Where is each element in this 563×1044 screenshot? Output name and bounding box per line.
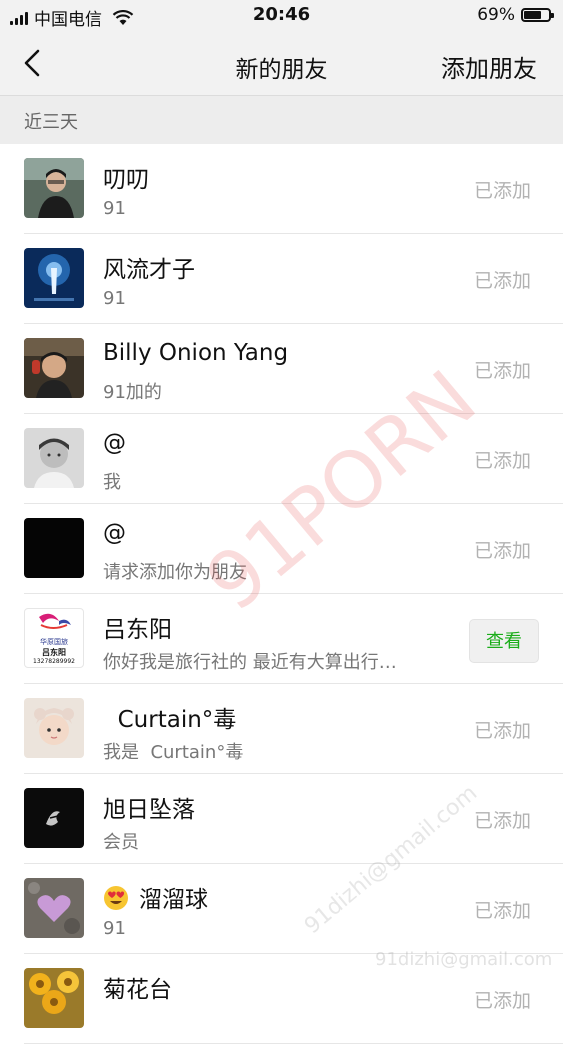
list-item[interactable]: 溜溜球 91 已添加 <box>0 864 563 954</box>
added-status: 已添加 <box>473 720 531 742</box>
contact-name: 风流才子 <box>103 257 195 283</box>
add-friend-button[interactable]: 添加朋友 <box>441 49 537 84</box>
contact-message: 我 <box>103 472 121 493</box>
avatar <box>24 518 84 578</box>
status-right: 69% <box>477 5 554 25</box>
contact-name: @ <box>103 520 126 546</box>
added-status: 已添加 <box>473 540 531 562</box>
contact-name: 吕东阳 <box>103 617 172 643</box>
added-status: 已添加 <box>473 450 531 472</box>
battery-percent: 69% <box>477 5 515 25</box>
avatar: 华原国旅 吕东阳 13278289992 <box>24 608 84 668</box>
avatar-phone: 13278289992 <box>33 658 75 665</box>
avatar <box>24 158 84 218</box>
added-status: 已添加 <box>473 900 531 922</box>
avatar-company: 华原国旅 <box>40 638 68 646</box>
contact-name: 旭日坠落 <box>103 797 195 823</box>
friend-request-list: 叨叨 91 已添加 风流才子 91 已添加 Billy Onion Yang 9… <box>0 144 563 1044</box>
contact-message: 91 <box>103 198 126 219</box>
contact-message: 91 <box>103 288 126 309</box>
avatar <box>24 698 84 758</box>
contact-message: 91 <box>103 918 126 939</box>
added-status: 已添加 <box>473 180 531 202</box>
list-item[interactable]: 华原国旅 吕东阳 13278289992 吕东阳 你好我是旅行社的 最近有大算出… <box>0 594 563 684</box>
list-item[interactable]: 叨叨 91 已添加 <box>0 144 563 234</box>
contact-name: @ <box>103 430 126 456</box>
list-item[interactable]: @ 我 已添加 <box>0 414 563 504</box>
list-item[interactable]: 旭日坠落 会员 已添加 <box>0 774 563 864</box>
avatar <box>24 428 84 488</box>
added-status: 已添加 <box>473 810 531 832</box>
contact-message: 请求添加你为朋友 <box>103 562 247 583</box>
avatar <box>24 878 84 938</box>
contact-name: 菊花台 <box>103 977 172 1003</box>
list-item[interactable]: Billy Onion Yang 91加的 已添加 <box>0 324 563 414</box>
section-header: 近三天 <box>0 96 563 144</box>
contact-message: 我是 Curtain°毒 <box>103 742 244 763</box>
heart-eyes-emoji-icon <box>104 886 128 910</box>
contact-name: Billy Onion Yang <box>103 340 289 366</box>
navigation-bar: 新的朋友 添加朋友 <box>0 32 563 96</box>
contact-name: Curtain°毒 <box>103 707 237 733</box>
list-item[interactable]: Curtain°毒 我是 Curtain°毒 已添加 <box>0 684 563 774</box>
added-status: 已添加 <box>473 360 531 382</box>
contact-name: 叨叨 <box>103 167 149 193</box>
avatar <box>24 968 84 1028</box>
view-button[interactable]: 查看 <box>469 619 539 663</box>
avatar <box>24 788 84 848</box>
battery-icon <box>521 8 554 22</box>
avatar <box>24 338 84 398</box>
avatar <box>24 248 84 308</box>
list-item[interactable]: 菊花台 已添加 <box>0 954 563 1044</box>
list-item[interactable]: @ 请求添加你为朋友 已添加 <box>0 504 563 594</box>
contact-name-text: 溜溜球 <box>139 887 208 913</box>
status-bar: 中国电信 20:46 69% <box>0 0 563 32</box>
contact-message: 会员 <box>103 832 139 853</box>
added-status: 已添加 <box>473 270 531 292</box>
list-item[interactable]: 风流才子 91 已添加 <box>0 234 563 324</box>
contact-message: 91加的 <box>103 382 162 403</box>
avatar-person: 吕东阳 <box>42 648 66 657</box>
section-label: 近三天 <box>24 112 78 133</box>
contact-message: 你好我是旅行社的 最近有大算出行… <box>103 652 397 673</box>
contact-name: 溜溜球 <box>103 880 208 914</box>
